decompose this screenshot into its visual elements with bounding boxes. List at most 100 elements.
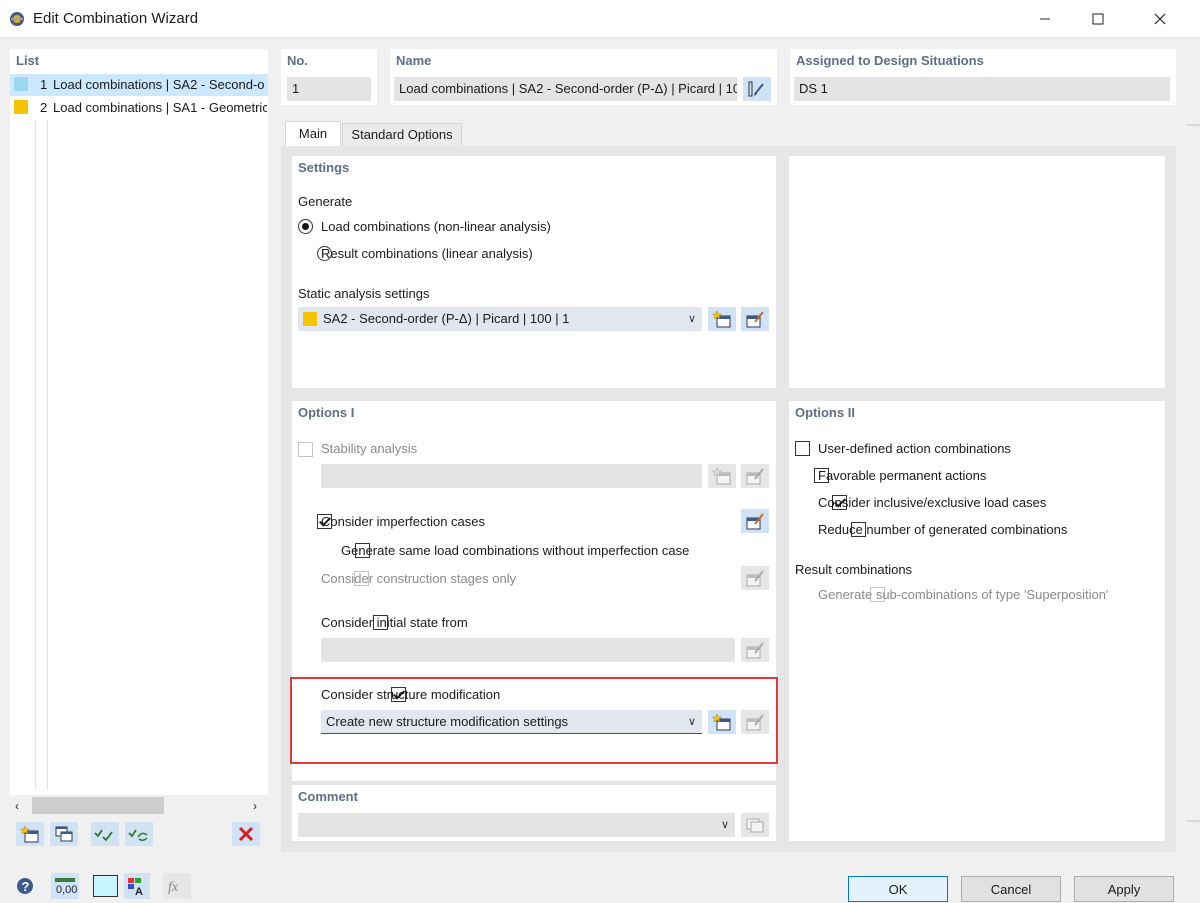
- copy-item-button[interactable]: [50, 822, 78, 846]
- tree-line: [47, 120, 48, 790]
- divider: [1187, 124, 1200, 126]
- number-label: No.: [287, 53, 308, 68]
- scroll-left-icon[interactable]: ‹: [15, 799, 19, 813]
- number-group: No. 1: [281, 49, 377, 105]
- title-bar: Edit Combination Wizard: [0, 0, 1200, 38]
- edit-name-button[interactable]: [743, 77, 771, 101]
- edit-pencil-icon: [748, 81, 764, 97]
- sub-combinations-label: Generate sub-combinations of type 'Super…: [818, 587, 1109, 602]
- maximize-button[interactable]: [1075, 0, 1121, 38]
- highlight-frame: [290, 677, 778, 764]
- check-all-button[interactable]: [91, 822, 119, 846]
- new-settings-icon: [712, 467, 731, 485]
- toggle-check-icon: [128, 829, 148, 842]
- svg-text:fx: fx: [168, 880, 179, 895]
- list-item-number: 1: [40, 77, 48, 92]
- comment-header: Comment: [298, 789, 358, 804]
- divider: [1187, 820, 1200, 822]
- edit-settings-icon: [746, 642, 764, 659]
- units-icon: 0,00: [55, 878, 77, 896]
- name-field[interactable]: Load combinations | SA2 - Second-order (…: [394, 77, 737, 101]
- options-2-header: Options II: [795, 405, 855, 420]
- edit-construction-button[interactable]: [741, 566, 769, 590]
- text-style-button[interactable]: A: [124, 873, 150, 899]
- list-header: List: [16, 53, 40, 68]
- number-field[interactable]: 1: [287, 77, 371, 101]
- delete-icon: [238, 826, 254, 842]
- cancel-button[interactable]: Cancel: [961, 876, 1061, 902]
- user-defined-checkbox[interactable]: [795, 441, 810, 457]
- minimize-button[interactable]: [1022, 0, 1068, 38]
- edit-settings-icon: [746, 468, 764, 485]
- edit-static-analysis-button[interactable]: [741, 307, 769, 331]
- static-analysis-value: SA2 - Second-order (P-Δ) | Picard | 100 …: [323, 311, 570, 326]
- comment-select[interactable]: ∨: [298, 813, 735, 837]
- tab-main[interactable]: Main: [285, 121, 341, 147]
- favorable-label: Favorable permanent actions: [818, 468, 987, 483]
- inclusive-label: Consider inclusive/exclusive load cases: [818, 495, 1047, 510]
- construction-label: Consider construction stages only: [321, 571, 517, 586]
- new-item-icon: [20, 825, 39, 843]
- radio-nonlinear-label: Load combinations (non-linear analysis): [321, 219, 551, 234]
- copy-icon: [55, 826, 73, 842]
- ok-button[interactable]: OK: [848, 876, 948, 902]
- design-situations-field[interactable]: DS 1: [794, 77, 1170, 101]
- stability-label: Stability analysis: [321, 441, 418, 456]
- chevron-down-icon: ∨: [720, 819, 729, 831]
- new-item-button[interactable]: [16, 822, 44, 846]
- comment-panel: Comment ∨: [292, 785, 776, 841]
- help-button[interactable]: ?: [12, 873, 38, 899]
- chevron-down-icon: ∨: [687, 313, 696, 325]
- scrollbar-thumb[interactable]: [32, 797, 164, 814]
- initial-state-label: Consider initial state from: [321, 615, 468, 630]
- list-item[interactable]: 2 Load combinations | SA1 - Geometric: [10, 97, 268, 119]
- library-icon: [746, 818, 764, 833]
- text-style-icon: A: [128, 878, 143, 896]
- list-item-label: Load combinations | SA1 - Geometric: [53, 100, 267, 115]
- toggle-check-button[interactable]: [125, 822, 153, 846]
- list-item[interactable]: 1 Load combinations | SA2 - Second-o: [10, 74, 268, 96]
- apply-button[interactable]: Apply: [1074, 876, 1174, 902]
- horizontal-scrollbar[interactable]: ‹ ›: [10, 795, 268, 817]
- options-2-panel: Options II User-defined action combinati…: [789, 401, 1165, 841]
- settings-header: Settings: [298, 160, 350, 175]
- window-title: Edit Combination Wizard: [33, 10, 199, 27]
- radio-nonlinear[interactable]: [298, 219, 313, 235]
- comment-library-button[interactable]: [741, 813, 769, 837]
- edit-imperfection-button[interactable]: [741, 509, 769, 533]
- formula-icon: fx: [168, 880, 179, 895]
- new-stability-button[interactable]: [708, 464, 736, 488]
- initial-state-select[interactable]: [321, 638, 735, 662]
- options-1-header: Options I: [298, 405, 355, 420]
- color-swatch: [303, 312, 317, 326]
- edit-stability-button[interactable]: [741, 464, 769, 488]
- edit-initial-state-button[interactable]: [741, 638, 769, 662]
- list-item-label: Load combinations | SA2 - Second-o: [53, 77, 265, 92]
- edit-settings-icon: [746, 570, 764, 587]
- app-icon: [10, 12, 24, 26]
- stability-select[interactable]: [321, 464, 702, 488]
- delete-button[interactable]: [232, 822, 260, 846]
- new-static-analysis-button[interactable]: [708, 307, 736, 331]
- color-button[interactable]: [93, 875, 118, 897]
- design-situations-label: Assigned to Design Situations: [796, 53, 984, 68]
- units-button[interactable]: 0,00: [51, 873, 79, 899]
- scroll-right-icon[interactable]: ›: [253, 799, 257, 813]
- close-button[interactable]: [1137, 0, 1183, 38]
- imperfection-label: Consider imperfection cases: [321, 514, 486, 529]
- edit-settings-icon: [746, 311, 764, 328]
- list-item-number: 2: [40, 100, 48, 115]
- radio-linear-label: Result combinations (linear analysis): [321, 246, 533, 261]
- svg-text:?: ?: [22, 879, 30, 894]
- formula-button[interactable]: fx: [163, 873, 191, 899]
- svg-text:0,00: 0,00: [56, 884, 77, 896]
- maximize-icon: [1092, 13, 1104, 25]
- stability-checkbox[interactable]: [298, 442, 313, 458]
- reduce-label: Reduce number of generated combinations: [818, 522, 1068, 537]
- svg-text:A: A: [135, 886, 143, 896]
- generate-same-label: Generate same load combinations without …: [341, 543, 690, 558]
- static-analysis-label: Static analysis settings: [298, 286, 430, 301]
- name-group: Name Load combinations | SA2 - Second-or…: [390, 49, 777, 105]
- static-analysis-select[interactable]: SA2 - Second-order (P-Δ) | Picard | 100 …: [298, 307, 702, 331]
- tab-standard-options[interactable]: Standard Options: [342, 123, 462, 147]
